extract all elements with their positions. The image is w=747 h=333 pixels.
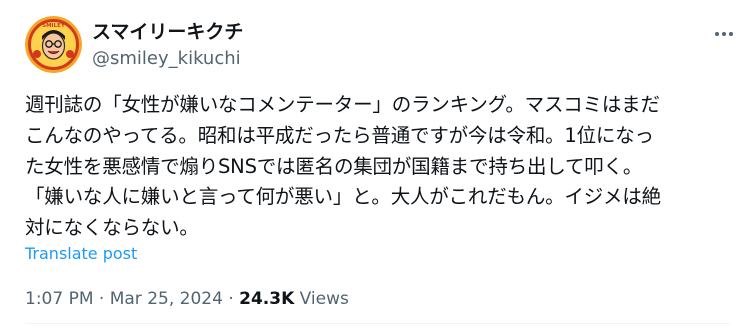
author-name[interactable]: スマイリーキクチ [92,20,243,44]
post-card: SMILEY スマイリーキクチ @smiley_kikuchi 週刊誌の「女性が… [0,0,747,333]
post-text: 週刊誌の「女性が嫌いなコメンテーター」のランキング。マスコミはまだ こんなのやっ… [25,90,730,244]
avatar-ring-text: SMILEY [42,23,66,29]
meta-separator: · [98,289,105,309]
post-text-line: 週刊誌の「女性が嫌いなコメンテーター」のランキング。マスコミはまだ [25,93,660,116]
views-label: Views [299,289,349,309]
post-text-line: た女性を悪感情で煽りSNSでは匿名の集団が国籍まで持ち出して叩く。 [25,154,643,178]
post-meta: 1:07 PM · Mar 25, 2024 · 24.3K Views [25,288,349,310]
views-count: 24.3K [239,289,295,309]
avatar-image: SMILEY [25,16,82,73]
more-options-button[interactable] [708,22,740,46]
post-time[interactable]: 1:07 PM [25,289,94,309]
post-date[interactable]: Mar 25, 2024 [110,289,223,309]
translate-post-link[interactable]: Translate post [25,243,137,265]
more-horizontal-icon [715,32,733,36]
divider [25,323,730,324]
meta-separator: · [228,289,234,309]
author-handle[interactable]: @smiley_kikuchi [92,48,241,70]
post-text-line: 対になくならない。 [25,216,199,240]
avatar[interactable]: SMILEY [25,16,82,73]
post-text-line: 「嫌いな人に嫌いと言って何が悪い」と。大人がこれだもん。イジメは絶 [25,185,661,209]
post-text-line: こんなのやってる。昭和は平成だったら普通ですが今は令和。1位になっ [25,123,654,147]
